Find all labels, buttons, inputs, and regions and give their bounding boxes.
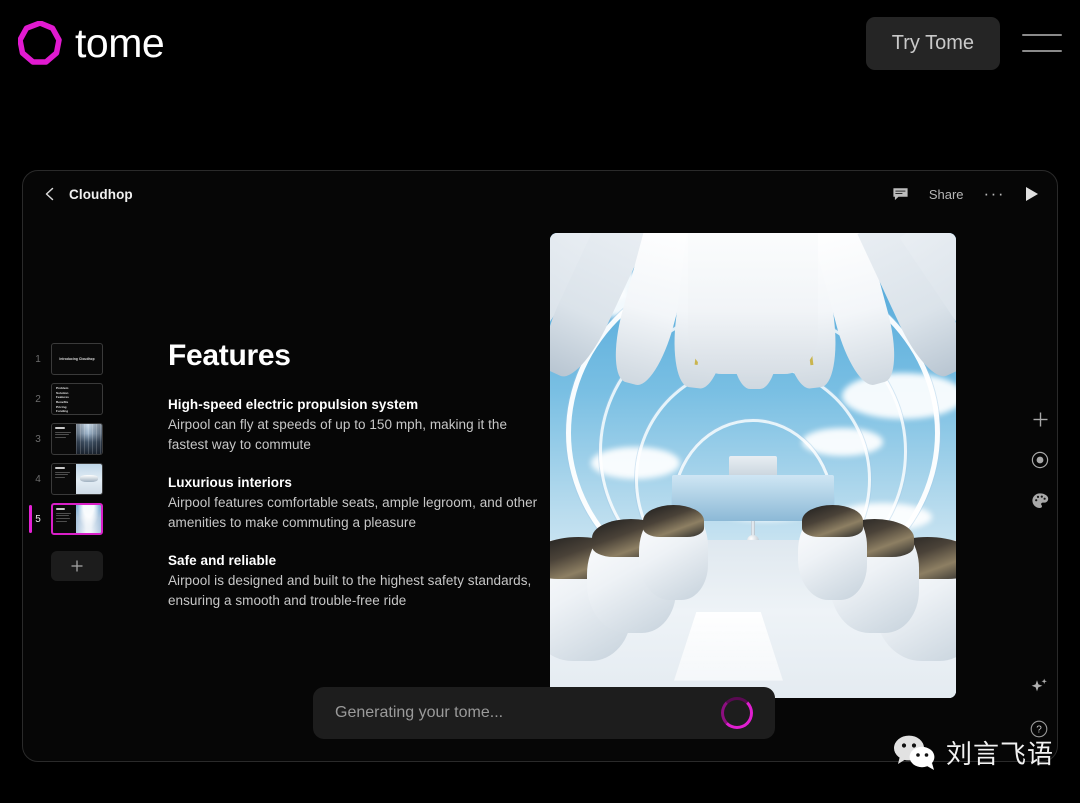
feature-body: Airpool features comfortable seats, ampl… bbox=[168, 493, 548, 533]
feature-title: High-speed electric propulsion system bbox=[168, 397, 548, 412]
thumbnail-row-5[interactable]: 5 bbox=[31, 499, 135, 539]
feature-body: Airpool can fly at speeds of up to 150 m… bbox=[168, 415, 548, 455]
header-actions: Try Tome bbox=[866, 17, 1062, 70]
sparkle-icon bbox=[1029, 677, 1049, 697]
thumbnail-title: Introducing Cloudhop bbox=[52, 344, 102, 374]
slide-thumbnail[interactable]: Problem Solution Features Benefits Prici… bbox=[51, 383, 103, 415]
brand-name: tome bbox=[75, 23, 164, 64]
add-slide-button[interactable] bbox=[51, 551, 103, 581]
thumbnail-text bbox=[52, 464, 76, 494]
slide-thumbnail-rail: 1 Introducing Cloudhop 2 Problem Solutio… bbox=[31, 339, 135, 581]
play-icon[interactable] bbox=[1025, 186, 1039, 202]
slide-number: 4 bbox=[31, 474, 45, 485]
thumbnail-text bbox=[53, 505, 76, 533]
cabin-seat bbox=[798, 507, 867, 600]
slide-number: 2 bbox=[31, 394, 45, 405]
hamburger-menu-icon[interactable] bbox=[1022, 30, 1062, 56]
feature-item: High-speed electric propulsion system Ai… bbox=[168, 397, 548, 455]
chevron-left-icon[interactable] bbox=[41, 185, 59, 203]
slide-thumbnail[interactable] bbox=[51, 503, 103, 535]
selection-indicator bbox=[29, 505, 32, 533]
ceiling-structure bbox=[550, 233, 956, 484]
slide-thumbnail[interactable]: Introducing Cloudhop bbox=[51, 343, 103, 375]
more-options-button[interactable]: ··· bbox=[984, 189, 1005, 199]
record-button[interactable] bbox=[1031, 451, 1049, 469]
tome-logo-icon bbox=[18, 21, 62, 65]
thumbnail-row-2[interactable]: 2 Problem Solution Features Benefits Pri… bbox=[31, 379, 135, 419]
right-toolbar bbox=[1031, 411, 1049, 510]
wechat-watermark: 刘言飞语 bbox=[893, 734, 1054, 771]
deck-title: Cloudhop bbox=[69, 187, 133, 202]
share-button[interactable]: Share bbox=[929, 187, 964, 202]
thumbnail-outline-list: Problem Solution Features Benefits Prici… bbox=[52, 384, 73, 414]
brand-logo[interactable]: tome bbox=[18, 21, 164, 65]
feature-item: Luxurious interiors Airpool features com… bbox=[168, 475, 548, 533]
cabin-seat bbox=[639, 507, 708, 600]
loading-spinner-icon bbox=[721, 697, 753, 729]
thumbnail-row-4[interactable]: 4 bbox=[31, 459, 135, 499]
slide-number: 5 bbox=[31, 514, 45, 525]
wechat-icon bbox=[893, 735, 937, 771]
thumbnail-text bbox=[52, 424, 76, 454]
thumbnail-row-1[interactable]: 1 Introducing Cloudhop bbox=[31, 339, 135, 379]
app-toolbar: Cloudhop Share ··· bbox=[23, 171, 1057, 217]
thumbnail-image bbox=[76, 505, 101, 533]
feature-title: Safe and reliable bbox=[168, 553, 548, 568]
generation-status-bar[interactable]: Generating your tome... bbox=[313, 687, 775, 739]
feature-title: Luxurious interiors bbox=[168, 475, 548, 490]
thumbnail-image bbox=[76, 424, 102, 454]
try-tome-button[interactable]: Try Tome bbox=[866, 17, 1000, 70]
plus-icon bbox=[1032, 411, 1049, 428]
feature-item: Safe and reliable Airpool is designed an… bbox=[168, 553, 548, 611]
plus-icon bbox=[70, 559, 84, 573]
generation-status-text: Generating your tome... bbox=[335, 704, 721, 722]
slide-thumbnail[interactable] bbox=[51, 423, 103, 455]
add-element-button[interactable] bbox=[1032, 411, 1049, 428]
toolbar-actions: Share ··· bbox=[892, 186, 1039, 202]
ai-assist-button[interactable] bbox=[1029, 677, 1049, 702]
feature-body: Airpool is designed and built to the hig… bbox=[168, 571, 548, 611]
slide-number: 3 bbox=[31, 434, 45, 445]
comment-icon[interactable] bbox=[892, 187, 909, 202]
slide-text-column: Features High-speed electric propulsion … bbox=[168, 339, 548, 611]
slide-hero-image bbox=[550, 233, 956, 698]
app-window: Cloudhop Share ··· 1 Intro bbox=[22, 170, 1058, 762]
record-circle-icon bbox=[1031, 451, 1049, 469]
slide-heading: Features bbox=[168, 339, 548, 373]
site-header: tome Try Tome bbox=[0, 0, 1080, 86]
outline-item: Funding bbox=[56, 410, 69, 414]
slide-thumbnail[interactable] bbox=[51, 463, 103, 495]
thumbnail-image bbox=[76, 464, 102, 494]
thumbnail-row-3[interactable]: 3 bbox=[31, 419, 135, 459]
slide-number: 1 bbox=[31, 354, 45, 365]
watermark-text: 刘言飞语 bbox=[946, 734, 1054, 771]
palette-icon bbox=[1031, 492, 1049, 510]
theme-button[interactable] bbox=[1031, 492, 1049, 510]
